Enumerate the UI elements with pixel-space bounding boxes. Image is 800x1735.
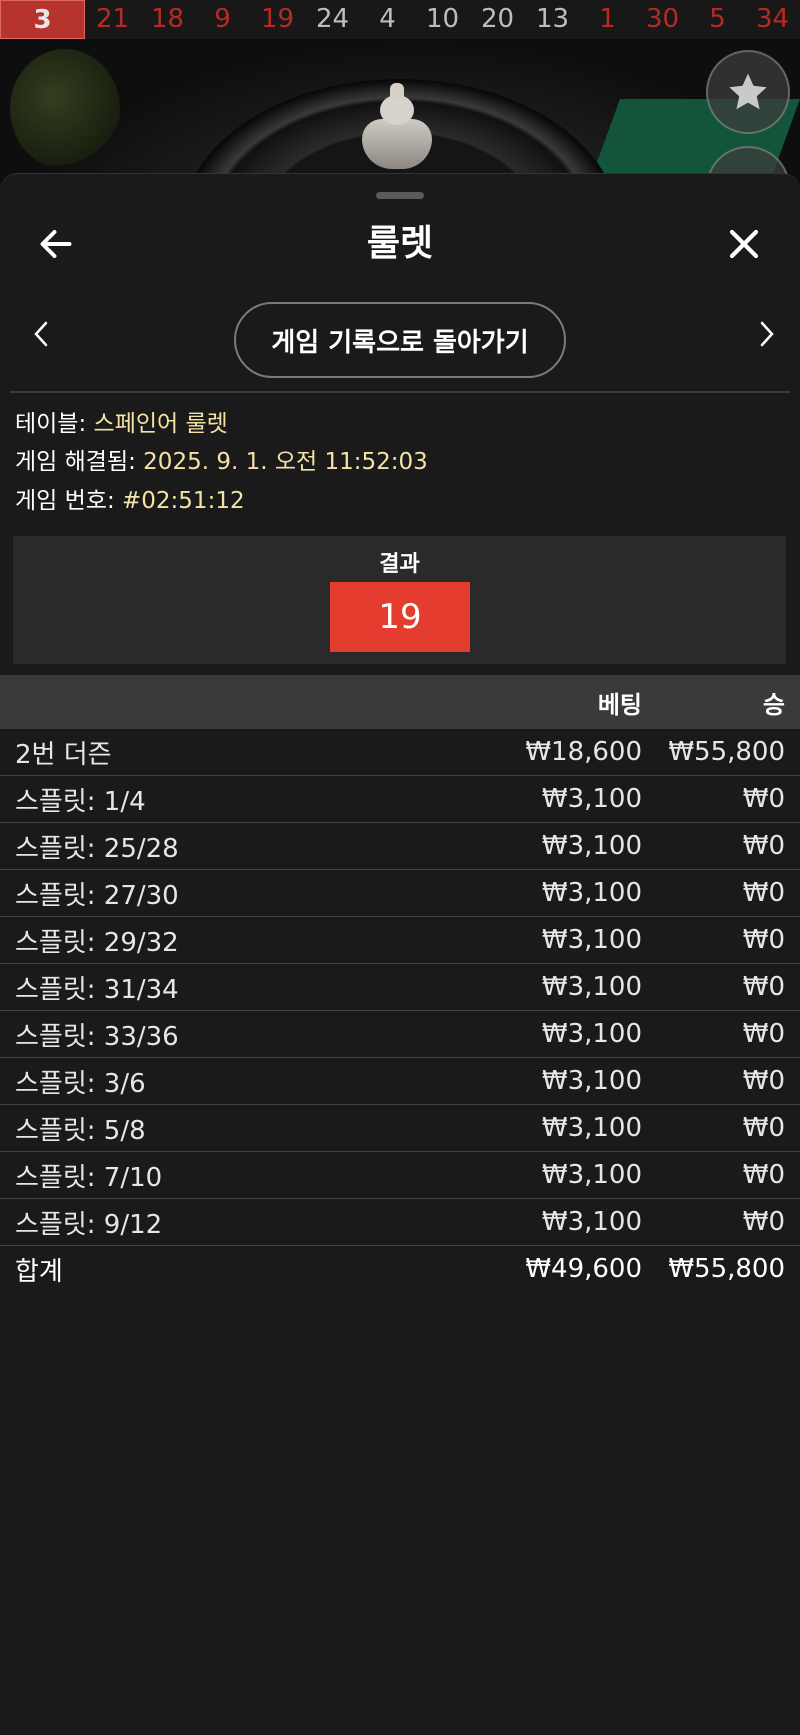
- column-win: 승: [762, 690, 785, 719]
- star-icon: [729, 73, 767, 110]
- table-header: 베팅 승: [0, 675, 800, 729]
- bet-amount: ₩3,100: [541, 1160, 642, 1190]
- bet-name: 스플릿: 3/6: [15, 1068, 146, 1099]
- win-amount: ₩0: [742, 1160, 785, 1190]
- table-value: 스페인어 룰렛: [93, 411, 228, 437]
- table-row: 스플릿: 29/32 ₩3,100 ₩0: [0, 917, 800, 964]
- history-number: 1: [599, 4, 616, 34]
- bet-name: 스플릿: 7/10: [15, 1162, 163, 1193]
- close-button[interactable]: [714, 214, 774, 274]
- win-amount: ₩0: [742, 1113, 785, 1143]
- history-number: 24: [315, 4, 350, 34]
- bet-amount: ₩3,100: [541, 1019, 642, 1049]
- win-amount: ₩0: [742, 831, 785, 861]
- resolved-label: 게임 해결됨:: [15, 449, 144, 475]
- divider: [10, 391, 790, 393]
- total-bet: ₩49,600: [525, 1254, 642, 1284]
- win-amount: ₩0: [742, 1019, 785, 1049]
- table-row: 스플릿: 33/36 ₩3,100 ₩0: [0, 1011, 800, 1058]
- history-number: 30: [645, 4, 680, 34]
- result-number: 19: [330, 582, 470, 652]
- win-amount: ₩0: [742, 1066, 785, 1096]
- bet-amount: ₩3,100: [541, 831, 642, 861]
- total-label: 합계: [15, 1256, 63, 1287]
- game-detail-sheet: 룰렛 게임 기록으로 돌아가기 테이블: 스페인어 룰렛 게임 해결됨: 202…: [0, 173, 800, 1735]
- bet-amount: ₩3,100: [541, 1207, 642, 1237]
- game-number-value: #02:51:12: [122, 488, 245, 514]
- resolved-info: 게임 해결됨: 2025. 9. 1. 오전 11:52:03: [15, 446, 428, 478]
- bet-name: 스플릿: 33/36: [15, 1021, 179, 1052]
- table-row: 2번 더즌 ₩18,600 ₩55,800: [0, 729, 800, 776]
- history-number: 9: [214, 4, 231, 34]
- history-number: 19: [260, 4, 295, 34]
- table-row: 스플릿: 31/34 ₩3,100 ₩0: [0, 964, 800, 1011]
- win-amount: ₩0: [742, 1207, 785, 1237]
- bet-name: 스플릿: 31/34: [15, 974, 179, 1005]
- history-number: 3: [0, 0, 85, 39]
- history-number: 34: [755, 4, 790, 34]
- history-number: 5: [709, 4, 726, 34]
- win-amount: ₩0: [742, 972, 785, 1002]
- history-number: 18: [150, 4, 185, 34]
- table-row: 스플릿: 27/30 ₩3,100 ₩0: [0, 870, 800, 917]
- total-win: ₩55,800: [668, 1254, 785, 1284]
- bet-amount: ₩3,100: [541, 1113, 642, 1143]
- history-number: 4: [379, 4, 396, 34]
- history-number: 21: [95, 4, 130, 34]
- bet-name: 스플릿: 27/30: [15, 880, 179, 911]
- bet-amount: ₩3,100: [541, 972, 642, 1002]
- history-number: 13: [535, 4, 570, 34]
- sheet-drag-handle[interactable]: [376, 192, 424, 199]
- game-number-info: 게임 번호: #02:51:12: [15, 485, 245, 517]
- win-amount: ₩55,800: [668, 737, 785, 767]
- back-to-history-button[interactable]: 게임 기록으로 돌아가기: [234, 302, 566, 378]
- bet-name: 스플릿: 5/8: [15, 1115, 146, 1146]
- page-title: 룰렛: [366, 223, 434, 264]
- bets-table: 베팅 승 2번 더즌 ₩18,600 ₩55,800 스플릿: 1/4 ₩3,100 ₩0…: [0, 675, 800, 1292]
- bet-amount: ₩3,100: [541, 784, 642, 814]
- bet-amount: ₩18,600: [525, 737, 642, 767]
- next-game-button[interactable]: [744, 302, 788, 366]
- win-amount: ₩0: [742, 925, 785, 955]
- table-row: 스플릿: 1/4 ₩3,100 ₩0: [0, 776, 800, 823]
- table-row: 스플릿: 9/12 ₩3,100 ₩0: [0, 1199, 800, 1246]
- history-number: 20: [480, 4, 515, 34]
- bet-amount: ₩3,100: [541, 1066, 642, 1096]
- table-row: 스플릿: 7/10 ₩3,100 ₩0: [0, 1152, 800, 1199]
- column-bet: 베팅: [597, 690, 642, 719]
- win-amount: ₩0: [742, 784, 785, 814]
- previous-game-button[interactable]: [20, 302, 64, 366]
- result-history-strip: 3 21 18 9 19 24 4 10 20 13 1 30 5 34: [0, 0, 800, 39]
- plant-decor: [10, 49, 120, 169]
- result-title: 결과: [379, 552, 420, 577]
- table-row: 스플릿: 25/28 ₩3,100 ₩0: [0, 823, 800, 870]
- chevron-left-icon: [34, 321, 48, 347]
- chevron-right-icon: [760, 321, 774, 347]
- result-panel: 결과 19: [13, 536, 786, 664]
- bet-name: 스플릿: 25/28: [15, 833, 179, 864]
- bet-amount: ₩3,100: [541, 925, 642, 955]
- table-info: 테이블: 스페인어 룰렛: [15, 408, 228, 440]
- bet-name: 스플릿: 1/4: [15, 786, 146, 817]
- resolved-value: 2025. 9. 1. 오전 11:52:03: [143, 449, 428, 475]
- win-amount: ₩0: [742, 878, 785, 908]
- game-number-label: 게임 번호:: [15, 488, 123, 514]
- table-row: 스플릿: 5/8 ₩3,100 ₩0: [0, 1105, 800, 1152]
- close-icon: [729, 229, 759, 259]
- bet-name: 2번 더즌: [15, 739, 112, 770]
- favorite-button[interactable]: [706, 50, 790, 134]
- total-row: 합계 ₩49,600 ₩55,800: [0, 1246, 800, 1292]
- bet-amount: ₩3,100: [541, 878, 642, 908]
- history-number: 10: [425, 4, 460, 34]
- table-label: 테이블:: [15, 411, 94, 437]
- bet-name: 스플릿: 29/32: [15, 927, 179, 958]
- table-row: 스플릿: 3/6 ₩3,100 ₩0: [0, 1058, 800, 1105]
- bet-name: 스플릿: 9/12: [15, 1209, 163, 1240]
